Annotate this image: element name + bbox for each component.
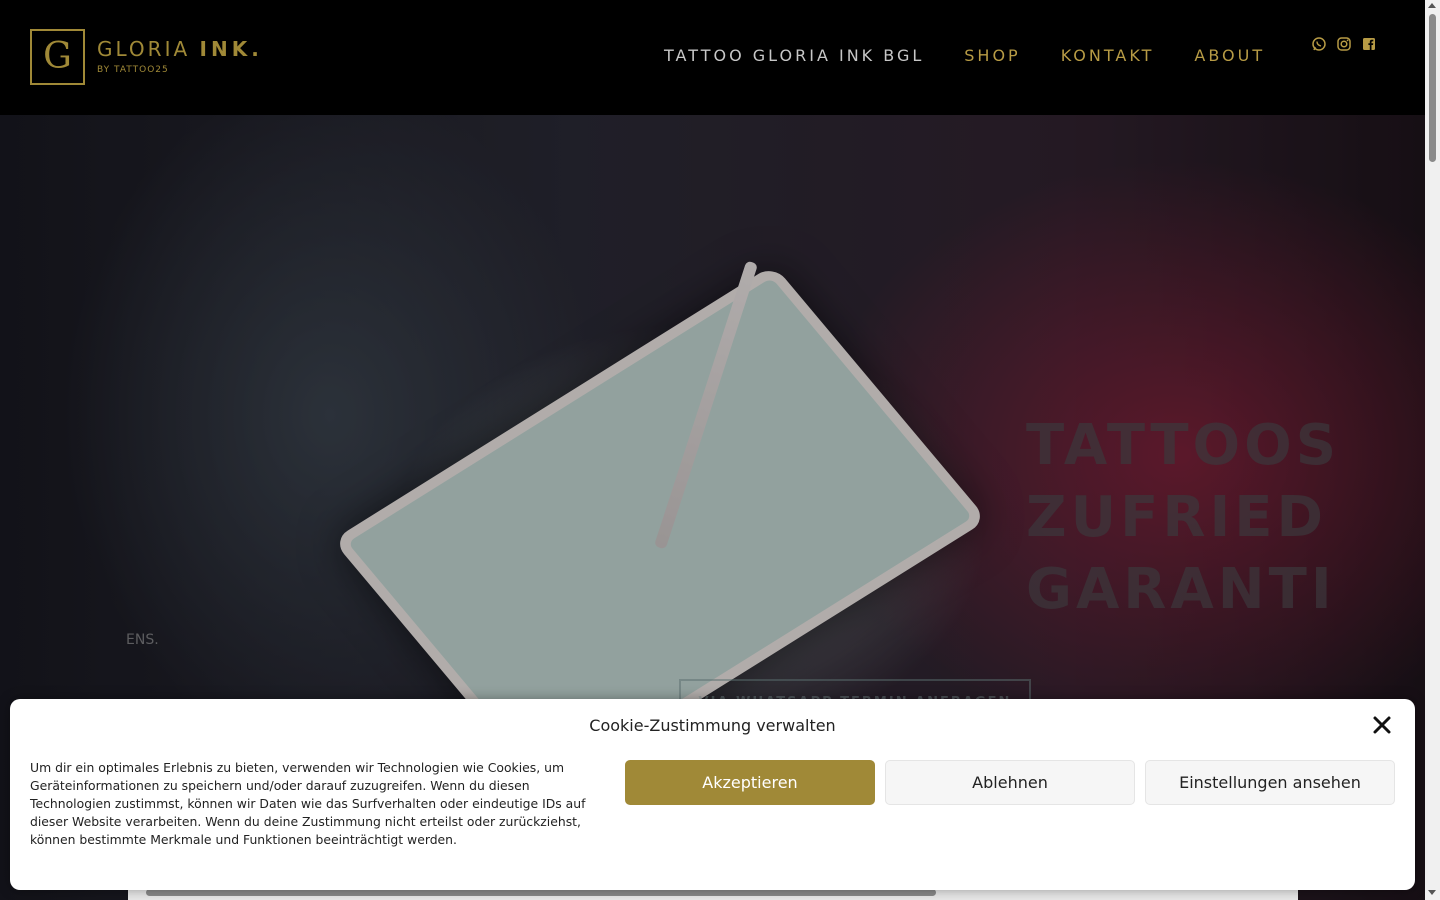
hero-text-fragment: ENS. — [126, 632, 159, 648]
facebook-icon[interactable] — [1361, 36, 1377, 52]
hero-title: TATTOOS ZUFRIED GARANTI — [1026, 410, 1340, 626]
scrollbar-thumb[interactable] — [1429, 14, 1436, 162]
logo-name-bold: INK. — [199, 37, 263, 61]
horizontal-scrollbar-thumb[interactable] — [146, 889, 936, 896]
accept-button[interactable]: Akzeptieren — [625, 760, 875, 805]
nav-item-shop[interactable]: SHOP — [964, 47, 1020, 65]
deny-button[interactable]: Ablehnen — [885, 760, 1135, 805]
settings-button[interactable]: Einstellungen ansehen — [1145, 760, 1395, 805]
logo-mark[interactable]: G — [30, 29, 85, 85]
nav-item-kontakt[interactable]: KONTAKT — [1061, 47, 1155, 65]
hero-title-line: TATTOOS — [1026, 413, 1341, 478]
cookie-consent-banner: Cookie-Zustimmung verwalten Um dir ein o… — [10, 699, 1415, 890]
cookie-description: Um dir ein optimales Erlebnis zu bieten,… — [30, 760, 586, 847]
logo-name: GLORIA — [97, 37, 191, 61]
instagram-icon[interactable] — [1336, 36, 1352, 52]
scroll-down-arrow[interactable] — [1428, 890, 1436, 895]
whatsapp-icon[interactable] — [1311, 36, 1327, 52]
logo-letter: G — [43, 36, 72, 77]
page-scrollbar[interactable] — [1425, 0, 1440, 900]
close-icon[interactable] — [1372, 715, 1392, 735]
cookie-title: Cookie-Zustimmung verwalten — [589, 716, 836, 735]
scroll-up-arrow[interactable] — [1428, 3, 1436, 8]
social-links — [1311, 36, 1377, 52]
site-header: G GLORIA INK. BY TATTOO25 TATTOO GLORIA … — [0, 0, 1425, 115]
nav-item-about[interactable]: ABOUT — [1194, 47, 1265, 65]
hero-title-line: ZUFRIED — [1026, 485, 1328, 550]
hero-title-line: GARANTI — [1026, 557, 1336, 622]
main-nav: TATTOO GLORIA INK BGL SHOP KONTAKT ABOUT — [664, 47, 1305, 65]
logo-subtitle: BY TATTOO25 — [97, 65, 169, 75]
nav-item-tattoo[interactable]: TATTOO GLORIA INK BGL — [664, 47, 924, 65]
logo-wordmark[interactable]: GLORIA INK. — [97, 37, 263, 61]
